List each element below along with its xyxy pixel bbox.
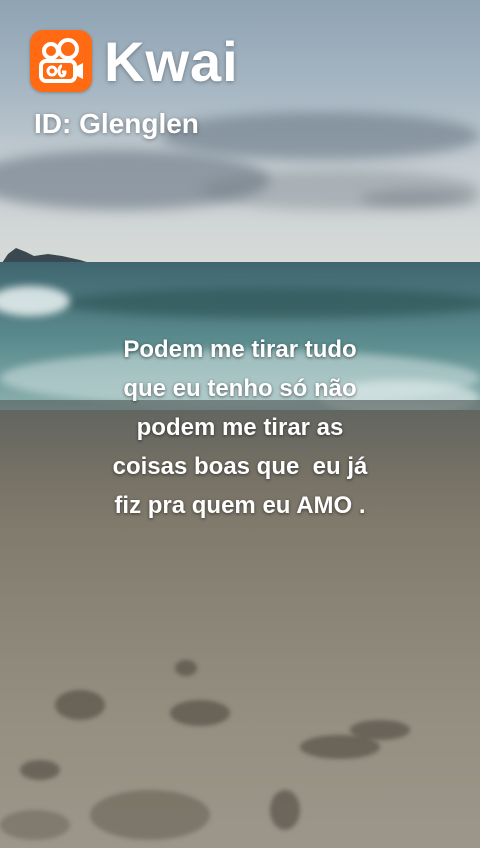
caption-line: fiz pra quem eu AMO . bbox=[114, 492, 366, 519]
caption-line: coisas boas que eu já bbox=[112, 453, 368, 480]
caption-line: Podem me tirar tudo bbox=[123, 336, 357, 363]
brand-name: Kwai bbox=[104, 30, 239, 93]
caption-line: podem me tirar as bbox=[136, 414, 344, 441]
footprint bbox=[55, 690, 105, 720]
user-id: ID: Glenglen bbox=[34, 108, 199, 139]
wave bbox=[60, 288, 480, 318]
footprint bbox=[0, 810, 70, 840]
footprint bbox=[90, 790, 210, 840]
footprint bbox=[175, 660, 197, 676]
footprint bbox=[270, 790, 300, 830]
caption-text: Podem me tirar tudo que eu tenho só não … bbox=[60, 330, 420, 525]
kwai-logo-icon bbox=[30, 30, 92, 92]
footprint bbox=[20, 760, 60, 780]
footprint bbox=[350, 720, 410, 740]
cloud bbox=[360, 190, 480, 208]
footprint bbox=[170, 700, 230, 726]
cloud bbox=[160, 112, 480, 160]
caption-line: que eu tenho só não bbox=[123, 375, 357, 402]
